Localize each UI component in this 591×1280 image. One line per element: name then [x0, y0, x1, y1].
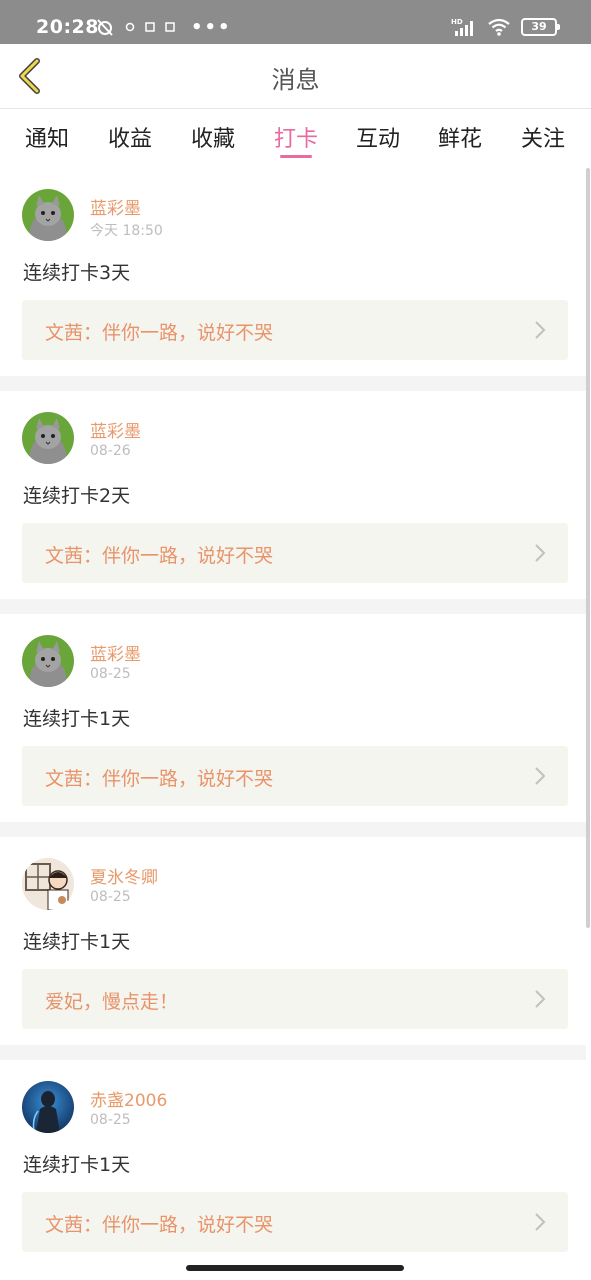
- avatar[interactable]: [22, 1081, 74, 1133]
- tab-notifications[interactable]: 通知: [12, 121, 82, 153]
- battery-level: 39: [531, 20, 547, 33]
- list-item: 蓝彩墨 08-26 连续打卡2天 文茜：伴你一路，说好不哭: [0, 391, 586, 599]
- status-icons-left: •••: [95, 15, 232, 39]
- book-title: 文茜：伴你一路，说好不哭: [45, 322, 274, 344]
- username[interactable]: 赤盏2006: [90, 1086, 167, 1111]
- tab-interaction[interactable]: 互动: [343, 121, 413, 153]
- book-title: 文茜：伴你一路，说好不哭: [45, 545, 274, 567]
- list-item: 蓝彩墨 08-25 连续打卡1天 文茜：伴你一路，说好不哭: [0, 614, 586, 822]
- divider: [0, 376, 586, 391]
- alarm-off-icon: [97, 19, 113, 36]
- cat-avatar-icon: [22, 189, 74, 241]
- hd-signal-icon: HD: [451, 18, 473, 36]
- checkin-text: 连续打卡3天: [23, 262, 131, 284]
- svg-text:HD: HD: [451, 18, 463, 26]
- list-item: 蓝彩墨 今天 18:50 连续打卡3天 文茜：伴你一路，说好不哭: [0, 168, 586, 376]
- timestamp: 08-25: [90, 889, 131, 905]
- active-tab-indicator: [280, 155, 312, 158]
- book-link[interactable]: 文茜：伴你一路，说好不哭: [22, 746, 568, 806]
- tab-checkin[interactable]: 打卡: [261, 121, 331, 153]
- avatar[interactable]: [22, 858, 74, 910]
- chevron-right-icon: [535, 544, 546, 562]
- list-item: 赤盏2006 08-25 连续打卡1天 文茜：伴你一路，说好不哭: [0, 1060, 586, 1268]
- divider: [0, 822, 586, 837]
- wifi-icon: [488, 18, 510, 36]
- checkin-text: 连续打卡1天: [23, 708, 131, 730]
- scrollbar-thumb[interactable]: [586, 168, 590, 928]
- status-icons-right: HD 39: [451, 15, 560, 39]
- status-bar: 20:28 ••• HD 39: [0, 0, 591, 44]
- username[interactable]: 夏氷冬卿: [90, 863, 158, 888]
- timestamp: 08-25: [90, 666, 131, 682]
- chevron-right-icon: [535, 321, 546, 339]
- divider: [0, 1045, 586, 1060]
- tab-flowers[interactable]: 鲜花: [425, 121, 495, 153]
- figure-avatar-icon: [22, 1081, 74, 1133]
- book-link[interactable]: 文茜：伴你一路，说好不哭: [22, 523, 568, 583]
- book-title: 文茜：伴你一路，说好不哭: [45, 1214, 274, 1236]
- tab-bar: 通知 收益 收藏 打卡 互动 鲜花 关注: [0, 109, 591, 164]
- divider: [0, 599, 586, 614]
- username[interactable]: 蓝彩墨: [90, 640, 141, 665]
- book-link[interactable]: 文茜：伴你一路，说好不哭: [22, 1192, 568, 1252]
- chevron-right-icon: [535, 1213, 546, 1231]
- avatar[interactable]: [22, 189, 74, 241]
- dots-icon: •••: [191, 16, 232, 38]
- checkin-text: 连续打卡2天: [23, 485, 131, 507]
- timestamp: 08-26: [90, 443, 131, 459]
- book-title: 文茜：伴你一路，说好不哭: [45, 768, 274, 790]
- nav-bar: 消息: [0, 44, 591, 109]
- sim-icon: [145, 22, 155, 32]
- timestamp: 今天 18:50: [90, 223, 163, 239]
- list-item: 夏氷冬卿 08-25 连续打卡1天 爱妃，慢点走！: [0, 837, 586, 1045]
- sim-icon: [125, 22, 135, 32]
- chevron-right-icon: [535, 990, 546, 1008]
- page-title: 消息: [271, 66, 320, 94]
- battery-icon: 39: [521, 18, 560, 36]
- checkin-text: 连续打卡1天: [23, 931, 131, 953]
- cat-avatar-icon: [22, 412, 74, 464]
- book-link[interactable]: 爱妃，慢点走！: [22, 969, 568, 1029]
- avatar[interactable]: [22, 412, 74, 464]
- timestamp: 08-25: [90, 1112, 131, 1128]
- tab-earnings[interactable]: 收益: [95, 121, 165, 153]
- username[interactable]: 蓝彩墨: [90, 417, 141, 442]
- girl-avatar-icon: [22, 858, 74, 910]
- tab-favorites[interactable]: 收藏: [178, 121, 248, 153]
- checkin-feed: 蓝彩墨 今天 18:50 连续打卡3天 文茜：伴你一路，说好不哭 蓝彩墨 08-…: [0, 168, 586, 1268]
- avatar[interactable]: [22, 635, 74, 687]
- chevron-right-icon: [535, 767, 546, 785]
- status-time: 20:28: [36, 16, 99, 38]
- checkin-text: 连续打卡1天: [23, 1154, 131, 1176]
- home-indicator[interactable]: [186, 1265, 404, 1271]
- book-title: 爱妃，慢点走！: [45, 991, 179, 1013]
- book-link[interactable]: 文茜：伴你一路，说好不哭: [22, 300, 568, 360]
- username[interactable]: 蓝彩墨: [90, 194, 141, 219]
- cat-avatar-icon: [22, 635, 74, 687]
- sim-icon: [165, 22, 175, 32]
- tab-following[interactable]: 关注: [508, 121, 578, 153]
